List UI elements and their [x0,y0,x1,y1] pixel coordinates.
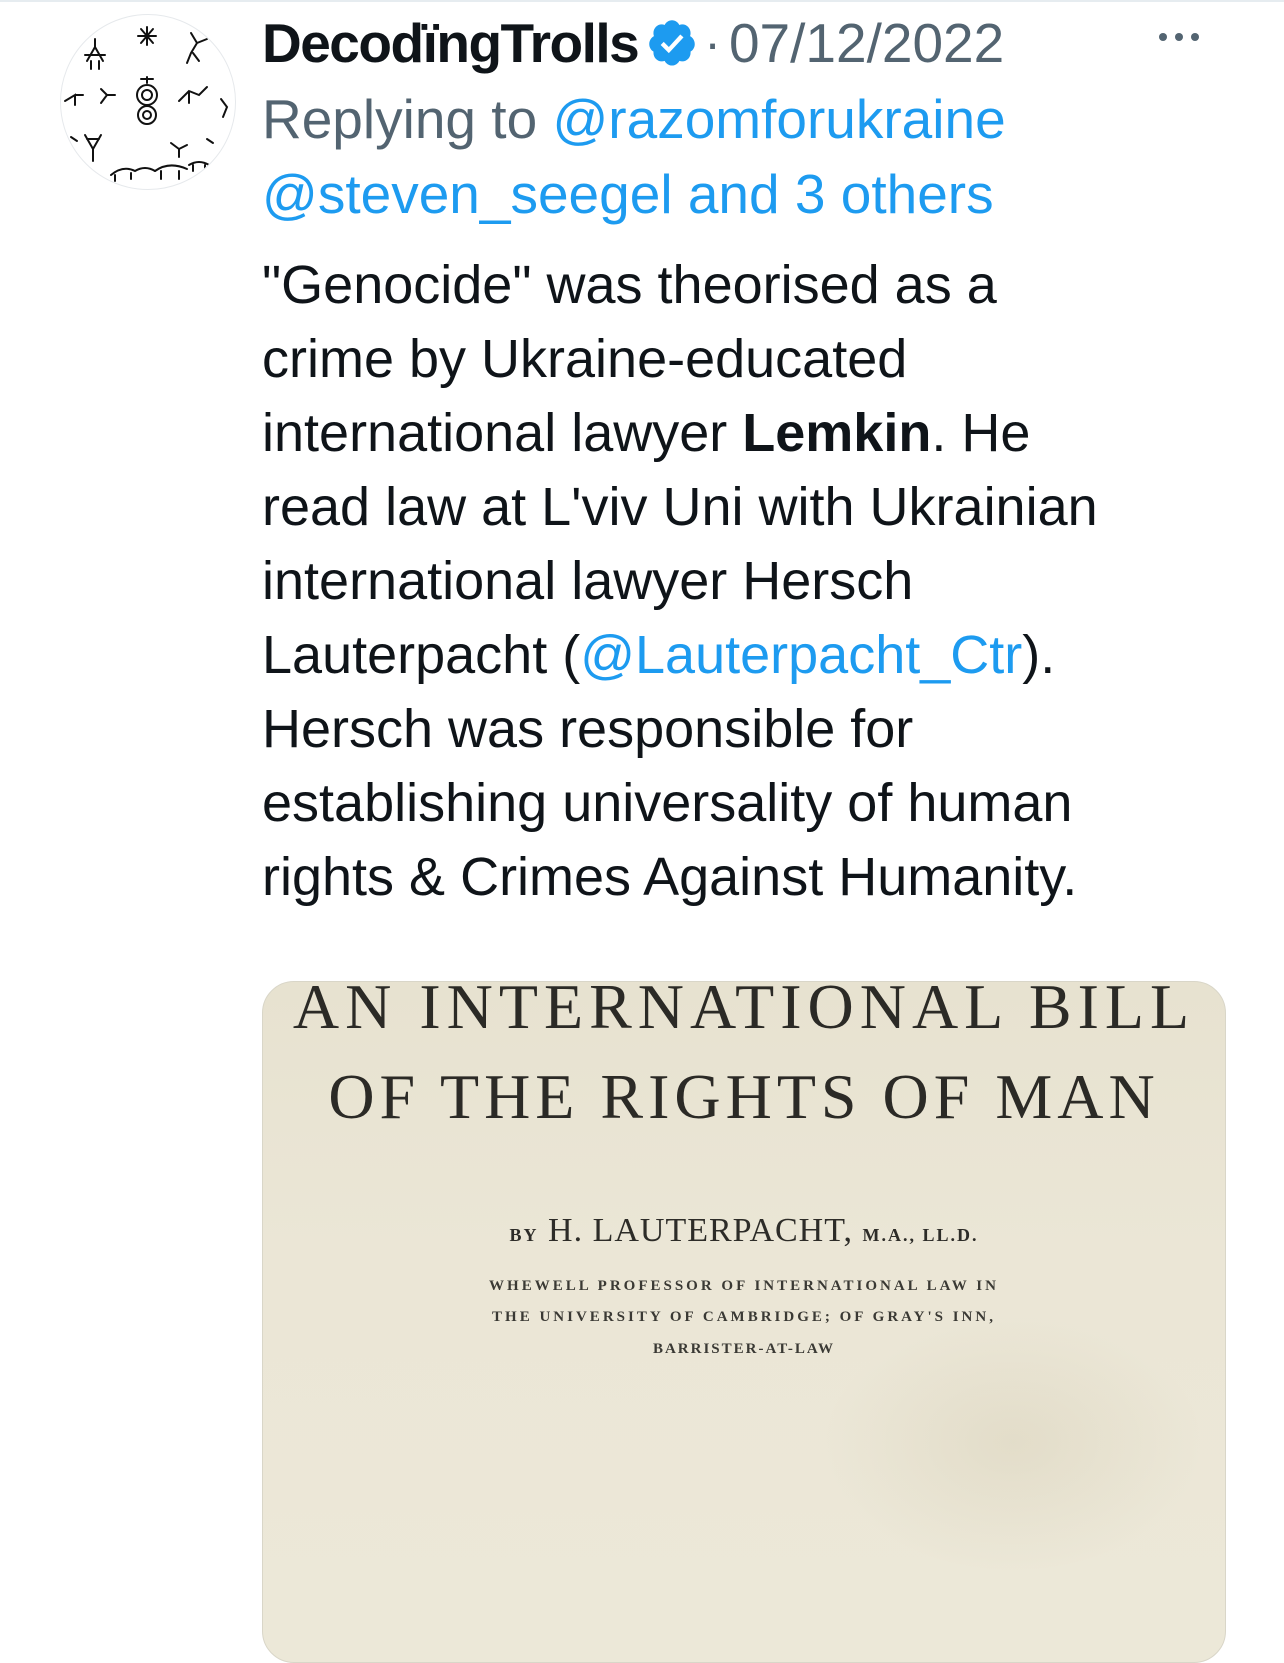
mention-lauterpacht-ctr[interactable]: @Lauterpacht_Ctr [580,625,1022,685]
mention-steven-seegel[interactable]: @steven_seegel [262,163,673,225]
replying-to: Replying to @razomforukraine @steven_see… [262,82,1232,232]
book-author-name: H. LAUTERPACHT, [548,1212,853,1249]
book-subtitle-line: BARRISTER-AT-LAW [652,1341,836,1357]
book-subtitle-line: WHEWELL PROFESSOR OF INTERNATIONAL LAW I… [489,1278,999,1294]
verified-badge-icon [646,17,698,69]
tweet-text-line: international lawyer Lemkin. He [262,396,1217,470]
tweet-header: DecodïngTrolls · 07/12/2022 [262,8,1232,78]
top-divider [0,0,1284,2]
tweet-text-line: establishing universality of human [262,773,1073,833]
tweet-text-segment: Lauterpacht ( [262,625,581,685]
replying-to-label: Replying to [262,88,538,150]
avatar[interactable] [60,14,236,190]
display-name[interactable]: DecodïngTrolls [262,11,640,75]
book-title-line: AN INTERNATIONAL BILL [292,981,1196,1042]
tweet: DecodïngTrolls · 07/12/2022 Replying to … [262,8,1232,914]
book-by: BY [509,1225,539,1245]
tweet-text-line: international lawyer Hersch [262,551,914,611]
tweet-text-line: crime by Ukraine-educated [262,329,908,389]
tweet-text-line: rights & Crimes Against Humanity. [262,847,1078,907]
tweet-text-line: "Genocide" was theorised as a [262,255,997,315]
tweet-text-segment: . He [931,403,1031,463]
bold-name-lemkin: Lemkin [742,403,932,463]
mention-razomforukraine[interactable]: @razomforukraine [552,88,1005,150]
tweet-text-segment: international lawyer [262,403,743,463]
book-author: BY H. LAUTERPACHT, M.A., LL.D. [263,1212,1225,1250]
book-author-degrees: M.A., LL.D. [862,1225,979,1245]
tweet-text-line: Hersch was responsible for [262,699,914,759]
header-separator: · [704,15,721,71]
mention-others[interactable]: and 3 others [688,163,994,225]
more-options-button[interactable] [1148,22,1210,52]
tweet-text-line: Lauterpacht (@Lauterpacht_Ctr). [262,618,1217,692]
tweet-date[interactable]: 07/12/2022 [729,11,1004,75]
book-subtitle-line: THE UNIVERSITY OF CAMBRIDGE; OF GRAY'S I… [492,1309,996,1325]
tweet-media-image[interactable]: AN INTERNATIONAL BILL OF THE RIGHTS OF M… [262,981,1226,1663]
petroglyph-avatar-icon [64,26,229,182]
tweet-text-line: read law at L'viv Uni with Ukrainian [262,477,1098,537]
book-title-line: OF THE RIGHTS OF MAN [328,1061,1160,1132]
tweet-text: "Genocide" was theorised as a crime by U… [262,248,1217,914]
more-options-icon [1159,33,1199,41]
tweet-text-segment: ). [1022,625,1056,685]
